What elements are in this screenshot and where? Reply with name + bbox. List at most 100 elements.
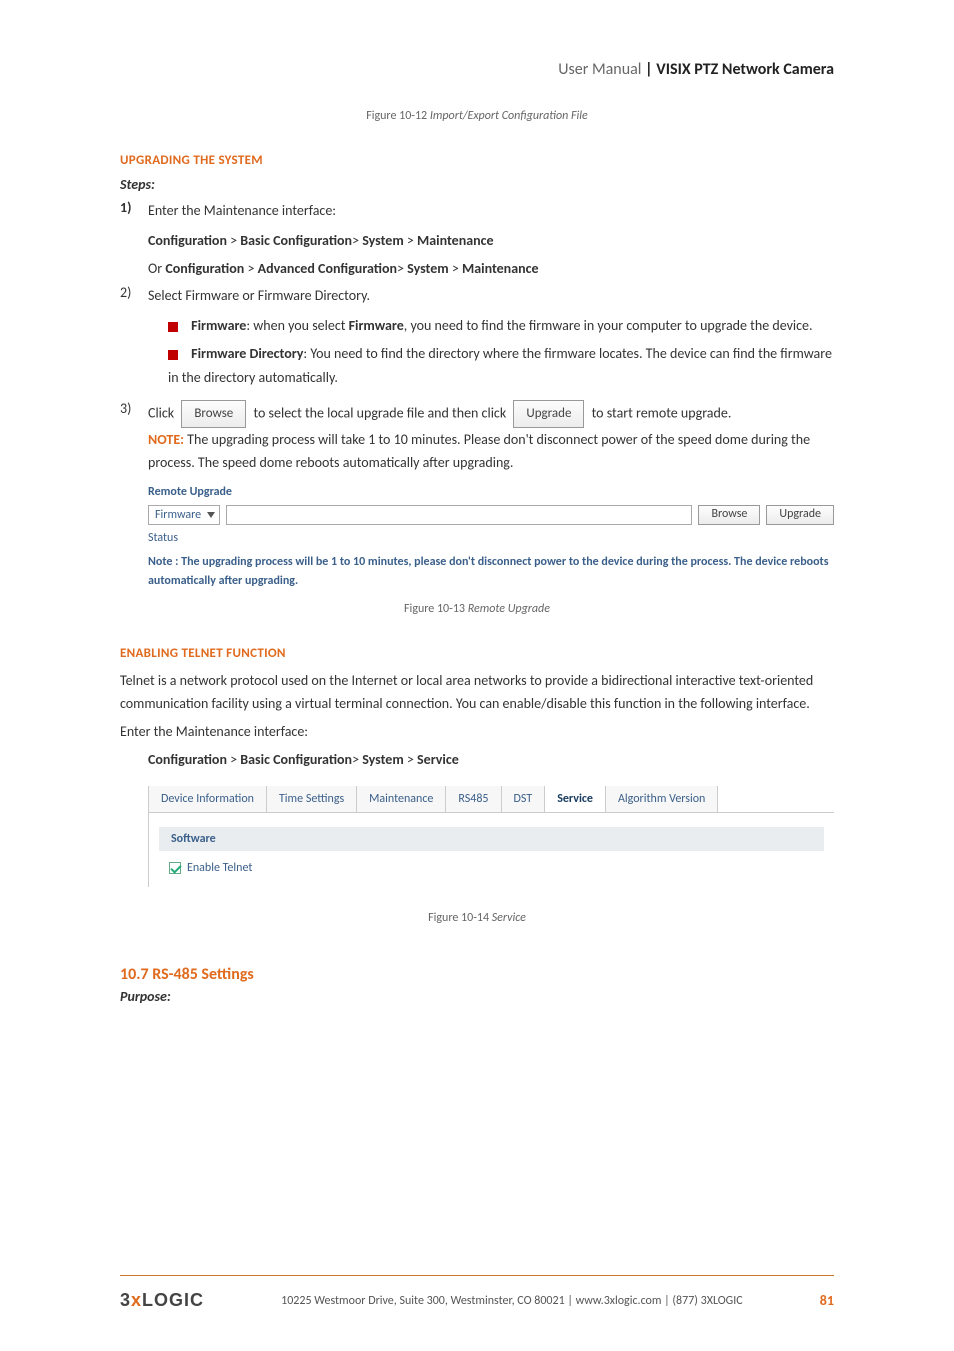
fig3-prefix: Figure 10-14 [428, 911, 492, 925]
browse-button[interactable]: Browse [181, 400, 246, 428]
footer-row: 3xLOGIC 10225 Westmoor Drive, Suite 300,… [120, 1290, 834, 1311]
step-2-body: Select Firmware or Firmware Directory. [148, 284, 834, 308]
remote-upgrade-button[interactable]: Upgrade [766, 505, 834, 525]
page-number: 81 [820, 1292, 834, 1309]
header-bold: VISIX PTZ Network Camera [656, 60, 834, 79]
step-2-bullet-1: Firmware: when you select Firmware, you … [168, 314, 834, 338]
logo-b: LOGIC [142, 1290, 204, 1310]
p2a: Configuration [165, 260, 244, 277]
figure-10-13-caption: Figure 10-13 Remote Upgrade [120, 602, 834, 616]
tab-time-settings[interactable]: Time Settings [267, 786, 357, 812]
remote-note-label: Note : [148, 555, 178, 569]
firmware-path-input[interactable] [226, 505, 692, 525]
step-1-text: Enter the Maintenance interface: [148, 202, 336, 219]
step-1-num: 1) [120, 199, 148, 223]
footer-text: 10225 Westmoor Drive, Suite 300, Westmin… [204, 1294, 820, 1308]
rs485-num: 10.7 [120, 965, 149, 984]
remote-note: Note : The upgrading process will be 1 t… [148, 553, 834, 591]
step-1: 1) Enter the Maintenance interface: [120, 199, 834, 223]
steps-list: 1) Enter the Maintenance interface: [120, 199, 834, 223]
fig3-title: Service [492, 911, 526, 925]
telnet-path: Configuration > Basic Configuration> Sys… [148, 748, 834, 772]
step-3-body: Click Browse to select the local upgrade… [148, 400, 834, 476]
note-label: NOTE: [148, 431, 184, 448]
enable-telnet-checkbox[interactable] [169, 862, 181, 874]
p1d: Maintenance [417, 232, 494, 249]
s3-b: to select the local upgrade file and the… [253, 404, 509, 421]
rs485-title: RS-485 Settings [149, 965, 254, 984]
b2-t: Firmware Directory [191, 345, 303, 362]
fig2-title: Remote Upgrade [468, 602, 550, 616]
p2d: Maintenance [462, 260, 539, 277]
p2b: Advanced Configuration [258, 260, 397, 277]
tab-maintenance[interactable]: Maintenance [357, 786, 446, 812]
enable-telnet-row: Enable Telnet [149, 857, 834, 887]
page-header: User Manual | VISIX PTZ Network Camera [120, 60, 834, 79]
b1-r1: : when you select [246, 317, 348, 334]
b1-t2: Firmware [349, 317, 404, 334]
fig1-title: Import/Export Configuration File [430, 109, 588, 123]
remote-note-body: The upgrading process will be 1 to 10 mi… [148, 555, 828, 588]
page-footer: 3xLOGIC 10225 Westmoor Drive, Suite 300,… [0, 1275, 954, 1311]
logo-a: 3 [120, 1290, 131, 1310]
figure-10-12-caption: Figure 10-12 Import/Export Configuration… [120, 109, 834, 123]
step-2-bullet-2: Firmware Directory: You need to find the… [168, 342, 834, 390]
remote-browse-button[interactable]: Browse [698, 505, 760, 525]
logo: 3xLOGIC [120, 1290, 204, 1311]
step-2-wrap: 2) Select Firmware or Firmware Directory… [120, 284, 834, 308]
software-header: Software [159, 827, 824, 851]
step-3-wrap: 3) Click Browse to select the local upgr… [120, 400, 834, 476]
p1c: System [362, 232, 404, 249]
step-2-num: 2) [120, 284, 148, 308]
p1b: Basic Configuration [240, 232, 352, 249]
figure-10-14-caption: Figure 10-14 Service [120, 911, 834, 925]
s3-a: Click [148, 404, 177, 421]
bullet-icon [168, 322, 178, 332]
p2c: System [407, 260, 449, 277]
or-text: Or [148, 260, 165, 277]
rs485-heading: 10.7 RS-485 Settings [120, 965, 834, 984]
telnet-enter: Enter the Maintenance interface: [120, 720, 834, 744]
tp-b: Basic Configuration [240, 751, 352, 768]
step-1-path-2: Or Configuration > Advanced Configuratio… [148, 257, 834, 281]
purpose-label: Purpose: [120, 988, 834, 1005]
tabs-row: Device Information Time Settings Mainten… [149, 786, 834, 813]
header-sep: | [641, 60, 656, 79]
upgrade-button[interactable]: Upgrade [513, 400, 584, 428]
step-2: 2) Select Firmware or Firmware Directory… [120, 284, 834, 308]
tab-device-information[interactable]: Device Information [149, 786, 267, 812]
header-light: User Manual [558, 60, 641, 79]
remote-upgrade-row: Firmware Browse Upgrade [148, 505, 834, 525]
tab-algorithm-version[interactable]: Algorithm Version [606, 786, 718, 812]
b1-r2: , you need to find the firmware in your … [404, 317, 813, 334]
remote-upgrade-title: Remote Upgrade [148, 485, 834, 499]
tab-rs485[interactable]: RS485 [446, 786, 501, 812]
step-3: 3) Click Browse to select the local upgr… [120, 400, 834, 476]
telnet-paragraph: Telnet is a network protocol used on the… [120, 669, 834, 717]
fig1-prefix: Figure 10-12 [366, 109, 430, 123]
b1-t: Firmware [191, 317, 246, 334]
step-1-body: Enter the Maintenance interface: [148, 199, 834, 223]
step-1-path-1: Configuration > Basic Configuration> Sys… [148, 229, 834, 253]
remote-status-label: Status [148, 531, 834, 545]
s3-c: to start remote upgrade. [592, 404, 732, 421]
step-3-num: 3) [120, 400, 148, 476]
section-upgrading-title: UPGRADING THE SYSTEM [120, 153, 834, 168]
service-panel: Device Information Time Settings Mainten… [148, 786, 834, 887]
tp-c: System [362, 751, 404, 768]
tab-service[interactable]: Service [545, 786, 606, 812]
enable-telnet-label: Enable Telnet [187, 861, 252, 875]
firmware-select[interactable]: Firmware [148, 505, 220, 525]
tp-d: Service [417, 751, 459, 768]
steps-label: Steps: [120, 176, 834, 193]
note-body: The upgrading process will take 1 to 10 … [148, 431, 810, 472]
section-telnet-title: ENABLING TELNET FUNCTION [120, 646, 834, 661]
p1a: Configuration [148, 232, 227, 249]
footer-divider [120, 1275, 834, 1276]
tab-dst[interactable]: DST [502, 786, 546, 812]
remote-upgrade-panel: Remote Upgrade Firmware Browse Upgrade S… [148, 485, 834, 591]
logo-x: x [131, 1290, 142, 1310]
tp-a: Configuration [148, 751, 227, 768]
firmware-select-value: Firmware [155, 508, 201, 522]
bullet-icon [168, 350, 178, 360]
